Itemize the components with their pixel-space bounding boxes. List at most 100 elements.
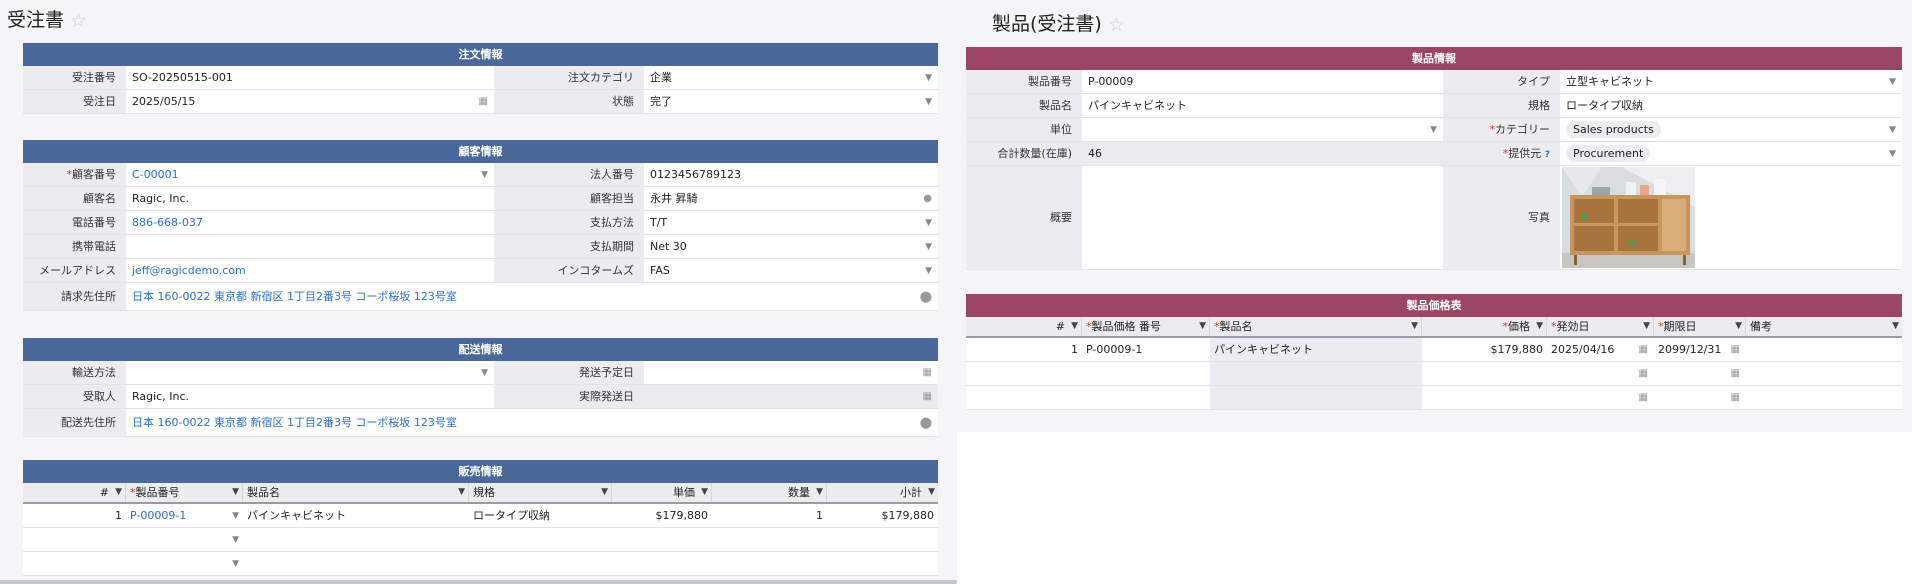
column-header-spec[interactable]: 規格 ▼ [469, 483, 612, 502]
corporate-number-field[interactable]: 0123456789123 [644, 163, 938, 186]
order-category-select[interactable]: 企業 ▼ [644, 66, 938, 89]
order-date-field[interactable]: 2025/05/15 ▦ [126, 90, 494, 113]
type-select[interactable]: 立型キャビネット ▼ [1560, 70, 1902, 93]
column-header-num[interactable]: # ▼ [23, 483, 126, 502]
product-photo[interactable] [1562, 167, 1695, 268]
payment-term-select[interactable]: Net 30 ▼ [644, 235, 938, 258]
subtotal-cell[interactable]: $179,880 [827, 504, 938, 527]
column-header-subtotal[interactable]: 小計 ▼ [827, 483, 938, 502]
table-row[interactable]: 1 P-00009-1 パインキャビネット $179,880 2025/04/1… [966, 338, 1902, 362]
calendar-icon[interactable]: ▦ [1639, 362, 1648, 385]
star-icon[interactable]: ☆ [70, 10, 87, 32]
map-pin-icon[interactable]: ⬤ [920, 283, 932, 310]
photo-field[interactable] [1560, 166, 1902, 269]
customer-name-field[interactable]: Ragic, Inc. [126, 187, 494, 210]
column-header-price-no[interactable]: *製品価格 番号 ▼ [1082, 317, 1210, 336]
email-link[interactable]: jeff@ragicdemo.com [132, 264, 246, 277]
column-header-product-no[interactable]: *製品番号 ▼ [126, 483, 243, 502]
status-select[interactable]: 完了 ▼ [644, 90, 938, 113]
spec-cell[interactable]: ロータイプ収納 [469, 504, 612, 527]
price-cell[interactable]: $179,880 [1422, 338, 1547, 361]
column-header-num[interactable]: # ▼ [966, 317, 1082, 336]
person-icon[interactable]: ● [923, 187, 932, 210]
email-field[interactable]: jeff@ragicdemo.com [126, 259, 494, 282]
recipient-field[interactable]: Ragic, Inc. [126, 385, 494, 408]
summary-field[interactable] [1082, 166, 1443, 269]
unit-price-cell[interactable]: $179,880 [612, 504, 712, 527]
column-header-product-name[interactable]: *製品名 ▼ [1210, 317, 1422, 336]
category-select[interactable]: Sales products ▼ [1560, 118, 1902, 141]
table-row[interactable]: ▼ [23, 552, 938, 576]
calendar-icon[interactable]: ▦ [923, 361, 932, 384]
column-header-product-name[interactable]: 製品名 ▼ [243, 483, 469, 502]
incoterms-select[interactable]: FAS ▼ [644, 259, 938, 282]
note-cell[interactable] [1746, 362, 1902, 385]
mobile-label: 携帯電話 [23, 235, 126, 258]
payment-method-select[interactable]: T/T ▼ [644, 211, 938, 234]
product-no-link[interactable]: P-00009-1 [130, 509, 186, 522]
calendar-icon[interactable]: ▦ [1731, 386, 1740, 409]
empty-cell[interactable] [243, 552, 938, 575]
customer-number-field[interactable]: C-00001 ▼ [126, 163, 494, 186]
note-cell[interactable] [1746, 386, 1902, 409]
product-no-cell[interactable]: P-00009-1 ▼ [126, 504, 243, 527]
calendar-icon[interactable]: ▦ [1731, 362, 1740, 385]
start-date-cell[interactable]: ▦ [1547, 386, 1654, 409]
table-row[interactable]: ▦ ▦ [966, 386, 1902, 410]
dropdown-caret-icon: ▼ [925, 266, 932, 276]
product-number-field[interactable]: P-00009 [1082, 70, 1443, 93]
calendar-icon[interactable]: ▦ [923, 385, 932, 408]
column-header-price[interactable]: *価格 ▼ [1422, 317, 1547, 336]
horizontal-scrollbar[interactable] [0, 580, 957, 584]
table-row[interactable]: 1 P-00009-1 ▼ パインキャビネット ロータイプ収納 $179,880 … [23, 504, 938, 528]
map-pin-icon[interactable]: ⬤ [920, 409, 932, 436]
start-date-cell[interactable]: ▦ [1547, 362, 1654, 385]
price-no-cell[interactable] [1082, 362, 1210, 385]
price-no-cell[interactable] [1082, 386, 1210, 409]
calendar-icon[interactable]: ▦ [1639, 386, 1648, 409]
price-cell[interactable] [1422, 362, 1547, 385]
table-row[interactable]: ▼ [23, 528, 938, 552]
column-header-qty[interactable]: 数量 ▼ [712, 483, 827, 502]
calendar-icon[interactable]: ▦ [1731, 338, 1740, 361]
end-date-cell[interactable]: ▦ [1654, 386, 1746, 409]
unit-select[interactable]: ▼ [1082, 118, 1443, 141]
planned-ship-date-field[interactable]: ▦ [644, 361, 938, 384]
column-header-end-date[interactable]: *期限日 ▼ [1654, 317, 1746, 336]
product-no-cell[interactable]: ▼ [126, 552, 243, 575]
phone-field[interactable]: 886-668-037 [126, 211, 494, 234]
help-icon[interactable]: ? [1545, 150, 1550, 160]
start-date-cell[interactable]: 2025/04/16 ▦ [1547, 338, 1654, 361]
star-icon[interactable]: ☆ [1108, 14, 1125, 36]
billing-address-field[interactable]: 日本 160-0022 東京都 新宿区 1丁目2番3号 コーポ桜坂 123号室 ⬤ [126, 283, 938, 310]
end-date-cell[interactable]: 2099/12/31 ▦ [1654, 338, 1746, 361]
table-row[interactable]: ▦ ▦ [966, 362, 1902, 386]
price-no-cell[interactable]: P-00009-1 [1082, 338, 1210, 361]
column-header-note[interactable]: 備考 ▼ [1746, 317, 1902, 336]
empty-cell[interactable] [243, 528, 938, 551]
price-cell[interactable] [1422, 386, 1547, 409]
qty-cell[interactable]: 1 [712, 504, 827, 527]
billing-address-link[interactable]: 日本 160-0022 東京都 新宿区 1丁目2番3号 コーポ桜坂 123号室 [132, 290, 457, 303]
product-name-field[interactable]: パインキャビネット [1082, 94, 1443, 117]
transport-method-select[interactable]: ▼ [126, 361, 494, 384]
customer-number-link[interactable]: C-00001 [132, 168, 179, 181]
spec-field[interactable]: ロータイプ収納 [1560, 94, 1902, 117]
actual-ship-date-field[interactable]: ▦ [644, 385, 938, 408]
order-number-field[interactable]: SO-20250515-001 [126, 66, 494, 89]
column-header-start-date[interactable]: *発効日 ▼ [1547, 317, 1654, 336]
shipping-address-field[interactable]: 日本 160-0022 東京都 新宿区 1丁目2番3号 コーポ桜坂 123号室 ⬤ [126, 409, 938, 436]
calendar-icon[interactable]: ▦ [1639, 338, 1648, 361]
sort-caret-icon: ▼ [1411, 321, 1418, 331]
note-cell[interactable] [1746, 338, 1902, 361]
mobile-field[interactable] [126, 235, 494, 258]
column-header-unit-price[interactable]: 単価 ▼ [612, 483, 712, 502]
calendar-icon[interactable]: ▦ [479, 90, 488, 113]
product-name-cell[interactable]: パインキャビネット [243, 504, 469, 527]
supplier-select[interactable]: Procurement ▼ [1560, 142, 1902, 165]
customer-rep-field[interactable]: 永井 昇騎 ● [644, 187, 938, 210]
end-date-cell[interactable]: ▦ [1654, 362, 1746, 385]
shipping-address-link[interactable]: 日本 160-0022 東京都 新宿区 1丁目2番3号 コーポ桜坂 123号室 [132, 416, 457, 429]
product-no-cell[interactable]: ▼ [126, 528, 243, 551]
phone-link[interactable]: 886-668-037 [132, 216, 203, 229]
